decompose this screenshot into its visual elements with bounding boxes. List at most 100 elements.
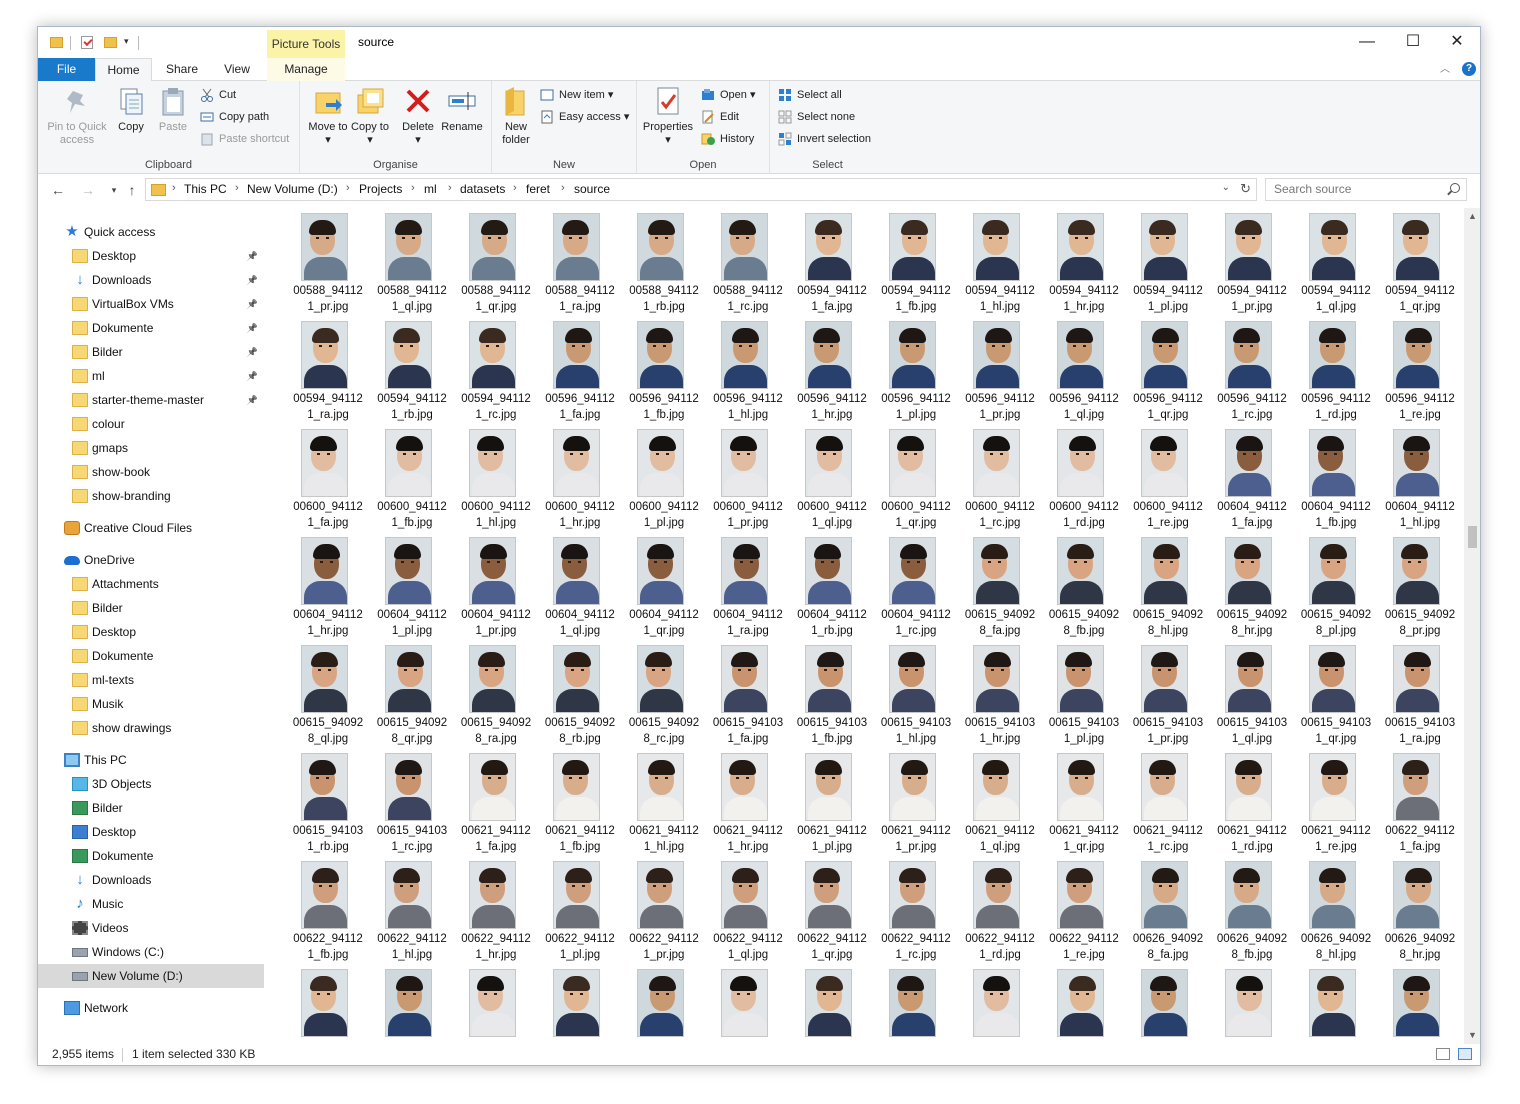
file-item[interactable]: 00615_94103 1_rb.jpg	[286, 749, 370, 855]
file-item[interactable]: 00622_94112 1_re.jpg	[1042, 857, 1126, 963]
tab-share[interactable]: Share	[156, 58, 208, 81]
file-item[interactable]: 00588_94112 1_pr.jpg	[286, 209, 370, 315]
nav-item[interactable]: Desktop 📌	[38, 244, 264, 268]
file-item[interactable]: 00600_94112 1_rc.jpg	[958, 425, 1042, 531]
file-item[interactable]: 00596_94112 1_rc.jpg	[1210, 317, 1294, 423]
file-item[interactable]: 00594_94112 1_hl.jpg	[958, 209, 1042, 315]
invert-selection-button[interactable]: Invert selection	[778, 130, 871, 148]
nav-item[interactable]: gmaps	[38, 436, 264, 460]
move-to-button[interactable]: Move to ▾	[308, 85, 348, 147]
file-item[interactable]: 00604_94112 1_pl.jpg	[370, 533, 454, 639]
search-input[interactable]: Search source	[1265, 178, 1467, 201]
file-item[interactable]: 00596_94112 1_ql.jpg	[1042, 317, 1126, 423]
file-item[interactable]: 00622_94112 1_pl.jpg	[538, 857, 622, 963]
scrollbar-thumb[interactable]	[1468, 526, 1477, 548]
file-item[interactable]: 00615_94103 1_fb.jpg	[790, 641, 874, 747]
nav-item[interactable]: ↓ Downloads 📌	[38, 268, 264, 292]
new-item-button[interactable]: New item ▾	[540, 86, 613, 104]
minimize-button[interactable]: —	[1344, 27, 1390, 57]
help-icon[interactable]: ?	[1462, 62, 1476, 76]
file-item[interactable]: 00621_94112 1_qr.jpg	[1042, 749, 1126, 855]
nav-item[interactable]: show-branding	[38, 484, 264, 508]
file-item[interactable]	[790, 965, 874, 1044]
collapse-ribbon-icon[interactable]: ︿	[1440, 60, 1450, 75]
breadcrumb-separator-icon[interactable]: ›	[346, 182, 350, 194]
file-item[interactable]: 00626_94092 8_fa.jpg	[1126, 857, 1210, 963]
nav-item[interactable]: New Volume (D:)	[38, 964, 264, 988]
file-item[interactable]: 00604_94112 1_ra.jpg	[706, 533, 790, 639]
file-item[interactable]: 00621_94112 1_pr.jpg	[874, 749, 958, 855]
file-item[interactable]: 00596_94112 1_re.jpg	[1378, 317, 1462, 423]
scroll-down-arrow-icon[interactable]: ▼	[1464, 1027, 1480, 1044]
file-item[interactable]: 00626_94092 8_fb.jpg	[1210, 857, 1294, 963]
tab-manage[interactable]: Manage	[267, 58, 345, 81]
up-arrow-icon[interactable]: ↑	[122, 180, 142, 200]
file-item[interactable]: 00594_94112 1_pl.jpg	[1126, 209, 1210, 315]
file-item[interactable]: 00622_94112 1_rc.jpg	[874, 857, 958, 963]
file-item[interactable]: 00621_94112 1_ql.jpg	[958, 749, 1042, 855]
breadcrumb-separator-icon[interactable]: ›	[172, 182, 176, 194]
file-item[interactable]: 00596_94112 1_rd.jpg	[1294, 317, 1378, 423]
file-item[interactable]	[454, 965, 538, 1044]
nav-item[interactable]: Musik	[38, 692, 264, 716]
breadcrumb-separator-icon[interactable]: ›	[513, 182, 517, 194]
file-item[interactable]: 00622_94112 1_ql.jpg	[706, 857, 790, 963]
file-item[interactable]: 00594_94112 1_qr.jpg	[1378, 209, 1462, 315]
breadcrumb-datasets[interactable]: datasets	[460, 182, 505, 196]
breadcrumb-separator-icon[interactable]: ›	[561, 182, 565, 194]
file-item[interactable]: 00596_94112 1_qr.jpg	[1126, 317, 1210, 423]
file-item[interactable]: 00604_94112 1_fb.jpg	[1294, 425, 1378, 531]
file-item[interactable]: 00622_94112 1_rd.jpg	[958, 857, 1042, 963]
select-none-button[interactable]: Select none	[778, 108, 855, 126]
paste-button[interactable]: Paste	[155, 85, 191, 134]
select-all-button[interactable]: Select all	[778, 86, 842, 104]
copy-path-button[interactable]: Copy path	[200, 108, 269, 126]
easy-access-button[interactable]: Easy access ▾	[540, 108, 629, 126]
file-item[interactable]: 00600_94112 1_fb.jpg	[370, 425, 454, 531]
refresh-icon[interactable]: ↻	[1240, 181, 1251, 197]
file-item[interactable]: 00615_94092 8_ra.jpg	[454, 641, 538, 747]
file-item[interactable]	[622, 965, 706, 1044]
breadcrumb-feret[interactable]: feret	[526, 182, 550, 196]
file-item[interactable]: 00604_94112 1_rc.jpg	[874, 533, 958, 639]
breadcrumb-projects[interactable]: Projects	[359, 182, 402, 196]
nav-item[interactable]: This PC	[38, 748, 264, 772]
file-item[interactable]: 00600_94112 1_fa.jpg	[286, 425, 370, 531]
file-item[interactable]: 00621_94112 1_pl.jpg	[790, 749, 874, 855]
file-item[interactable]: 00588_94112 1_rb.jpg	[622, 209, 706, 315]
file-item[interactable]: 00621_94112 1_fa.jpg	[454, 749, 538, 855]
new-folder-button[interactable]: New folder	[496, 85, 536, 147]
nav-item[interactable]: ml 📌	[38, 364, 264, 388]
vertical-scrollbar[interactable]: ▲ ▼	[1464, 208, 1480, 1044]
file-item[interactable]: 00622_94112 1_hl.jpg	[370, 857, 454, 963]
file-item[interactable]: 00600_94112 1_pr.jpg	[706, 425, 790, 531]
nav-item[interactable]: Dokumente	[38, 844, 264, 868]
file-item[interactable]: 00594_94112 1_rb.jpg	[370, 317, 454, 423]
nav-item[interactable]: Bilder 📌	[38, 340, 264, 364]
scroll-up-arrow-icon[interactable]: ▲	[1464, 208, 1480, 225]
file-item[interactable]	[370, 965, 454, 1044]
file-item[interactable]: 00600_94112 1_ql.jpg	[790, 425, 874, 531]
tab-home[interactable]: Home	[95, 58, 152, 82]
details-view-icon[interactable]	[1436, 1048, 1450, 1060]
nav-item[interactable]: ml-texts	[38, 668, 264, 692]
file-item[interactable]: 00600_94112 1_hl.jpg	[454, 425, 538, 531]
nav-item[interactable]: VirtualBox VMs 📌	[38, 292, 264, 316]
file-item[interactable]: 00615_94103 1_fa.jpg	[706, 641, 790, 747]
file-item[interactable]	[874, 965, 958, 1044]
nav-item[interactable]: 3D Objects	[38, 772, 264, 796]
file-item[interactable]: 00622_94112 1_pr.jpg	[622, 857, 706, 963]
file-item[interactable]: 00626_94092 8_hl.jpg	[1294, 857, 1378, 963]
file-item[interactable]: 00615_94092 8_qr.jpg	[370, 641, 454, 747]
file-item[interactable]: 00622_94112 1_hr.jpg	[454, 857, 538, 963]
breadcrumb-this-pc[interactable]: This PC	[184, 182, 227, 196]
nav-item[interactable]: Videos	[38, 916, 264, 940]
file-item[interactable]: 00600_94112 1_pl.jpg	[622, 425, 706, 531]
file-item[interactable]: 00596_94112 1_fa.jpg	[538, 317, 622, 423]
file-item[interactable]: 00615_94092 8_rb.jpg	[538, 641, 622, 747]
nav-item[interactable]: Network	[38, 996, 264, 1020]
file-item[interactable]: 00621_94112 1_fb.jpg	[538, 749, 622, 855]
nav-item[interactable]: Dokumente 📌	[38, 316, 264, 340]
tab-view[interactable]: View	[212, 58, 262, 81]
file-item[interactable]: 00594_94112 1_ql.jpg	[1294, 209, 1378, 315]
